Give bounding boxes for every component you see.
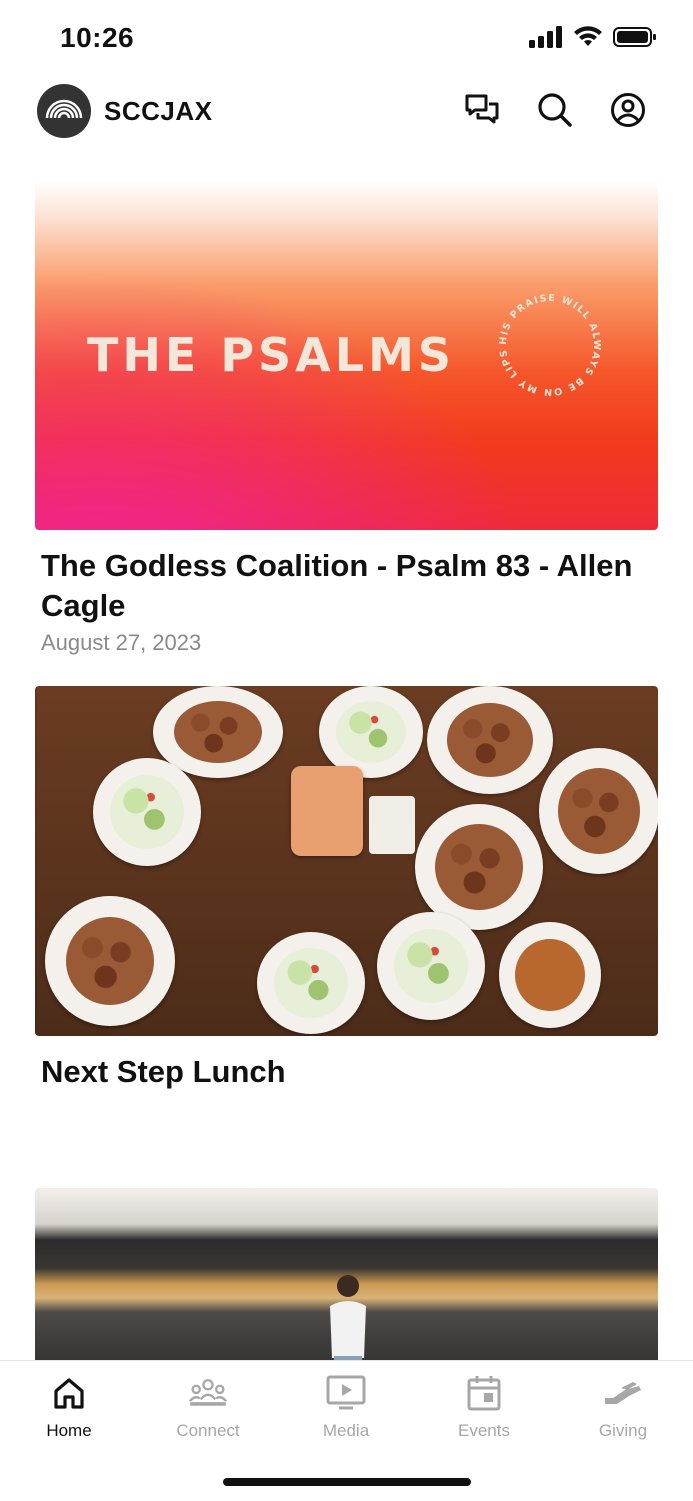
giving-hand-icon bbox=[605, 1382, 641, 1404]
bread-basket bbox=[291, 766, 363, 856]
plate bbox=[415, 804, 543, 930]
event-title[interactable]: Next Step Lunch bbox=[41, 1052, 652, 1092]
calendar-icon bbox=[467, 1376, 501, 1411]
tab-media[interactable]: Media bbox=[286, 1373, 406, 1453]
status-bar: 10:26 bbox=[0, 0, 693, 76]
home-indicator[interactable] bbox=[223, 1478, 471, 1486]
people-icon bbox=[188, 1379, 228, 1406]
media-icon bbox=[326, 1375, 366, 1410]
lunch-photo[interactable] bbox=[35, 686, 658, 1036]
logo-arches-icon bbox=[45, 99, 83, 119]
church-logo[interactable] bbox=[37, 84, 91, 138]
event-card[interactable]: Next Step Lunch bbox=[35, 686, 658, 1092]
signal-icon bbox=[529, 26, 562, 48]
tab-home[interactable]: Home bbox=[9, 1373, 129, 1453]
tab-label: Giving bbox=[598, 1421, 648, 1440]
plate bbox=[539, 748, 658, 874]
series-artwork-title: THE PSALMS bbox=[87, 328, 455, 382]
train-photo[interactable] bbox=[35, 1188, 658, 1388]
search-button[interactable] bbox=[535, 90, 575, 130]
circular-text-badge: HIS PRAISE WILL ALWAYS BE ON MY LIPS bbox=[498, 293, 602, 397]
sermon-series-artwork[interactable]: THE PSALMS HIS PRAISE WILL ALWAYS BE ON … bbox=[35, 180, 658, 530]
profile-icon bbox=[611, 93, 645, 127]
content-feed: THE PSALMS HIS PRAISE WILL ALWAYS BE ON … bbox=[35, 180, 658, 1388]
brand-name: SCCJAX bbox=[104, 96, 213, 126]
sermon-title[interactable]: The Godless Coalition - Psalm 83 - Allen… bbox=[41, 546, 652, 626]
battery-icon bbox=[613, 27, 656, 47]
napkin bbox=[369, 796, 415, 854]
tab-label: Home bbox=[46, 1421, 92, 1440]
tab-label: Media bbox=[322, 1421, 370, 1440]
tab-giving[interactable]: Giving bbox=[563, 1373, 683, 1453]
plate bbox=[427, 686, 553, 794]
search-icon bbox=[538, 93, 572, 127]
status-icons bbox=[529, 26, 657, 48]
plate bbox=[45, 896, 175, 1026]
home-icon bbox=[54, 1378, 84, 1409]
plate bbox=[93, 758, 201, 866]
svg-text:HIS PRAISE WILL ALWAYS BE ON M: HIS PRAISE WILL ALWAYS BE ON MY LIPS bbox=[498, 293, 602, 397]
chat-icon bbox=[465, 94, 499, 124]
sermon-card[interactable]: THE PSALMS HIS PRAISE WILL ALWAYS BE ON … bbox=[35, 180, 658, 656]
plate bbox=[377, 912, 485, 1020]
status-time: 10:26 bbox=[60, 22, 135, 53]
tab-label: Events bbox=[458, 1421, 510, 1440]
wifi-icon bbox=[574, 26, 602, 46]
plate bbox=[499, 922, 601, 1028]
plate bbox=[319, 686, 423, 778]
feature-card[interactable] bbox=[35, 1188, 658, 1388]
ring-text: HIS PRAISE WILL ALWAYS BE ON MY LIPS bbox=[498, 293, 601, 397]
tab-events[interactable]: Events bbox=[424, 1373, 544, 1453]
messages-button[interactable] bbox=[462, 90, 502, 130]
profile-button[interactable] bbox=[608, 90, 648, 130]
plate bbox=[257, 932, 365, 1034]
tab-label: Connect bbox=[176, 1421, 240, 1440]
tab-connect[interactable]: Connect bbox=[148, 1373, 268, 1453]
app-header: SCCJAX bbox=[0, 76, 693, 148]
sermon-date: August 27, 2023 bbox=[41, 630, 202, 655]
